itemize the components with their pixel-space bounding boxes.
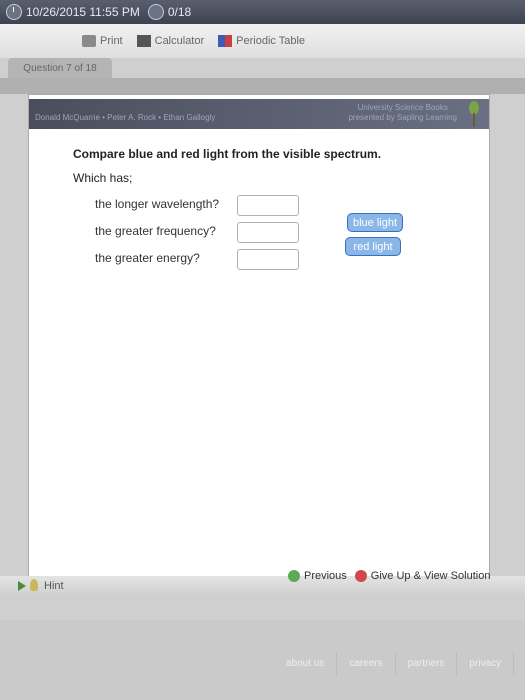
choice-blue-light[interactable]: blue light	[347, 213, 403, 232]
drop-target-energy[interactable]	[237, 249, 299, 270]
drop-target-frequency[interactable]	[237, 222, 299, 243]
question-longer-wavelength: the longer wavelength?	[95, 197, 220, 211]
datetime: 10/26/2015 11:55 PM	[26, 5, 140, 19]
hint-link[interactable]: Hint	[44, 580, 64, 592]
score-icon	[147, 4, 164, 20]
drop-target-wavelength[interactable]	[237, 195, 299, 216]
publisher-line2: presented by Sapling Learning	[348, 113, 457, 122]
lightbulb-icon	[30, 579, 38, 591]
previous-icon	[288, 570, 300, 582]
periodic-table-label: Periodic Table	[236, 35, 306, 47]
give-up-icon	[354, 570, 367, 582]
authors: Donald McQuarrie • Peter A. Rock • Ethan…	[35, 113, 216, 122]
footer-privacy[interactable]: privacy	[457, 652, 515, 675]
question-tab[interactable]: Question 7 of 18	[8, 58, 112, 78]
printer-icon	[82, 35, 96, 47]
calculator-label: Calculator	[154, 35, 205, 47]
calculator-button[interactable]: Calculator	[136, 35, 205, 47]
textbook-banner: Donald McQuarrie • Peter A. Rock • Ethan…	[29, 99, 489, 129]
calculator-icon	[136, 35, 151, 47]
question-panel: Donald McQuarrie • Peter A. Rock • Ethan…	[28, 94, 490, 596]
give-up-button[interactable]: Give Up & View Solution	[371, 570, 491, 582]
previous-button[interactable]: Previous	[304, 570, 347, 582]
periodic-table-icon	[218, 35, 233, 47]
footer-partners[interactable]: partners	[396, 652, 458, 675]
periodic-table-button[interactable]: Periodic Table	[218, 35, 305, 47]
clock-icon	[6, 4, 22, 20]
question-nav: Previous Give Up & View Solution	[288, 570, 490, 582]
score: 0/18	[167, 5, 192, 19]
print-label: Print	[100, 35, 123, 47]
footer: about us careers partners privacy	[0, 620, 525, 700]
footer-links: about us careers partners privacy	[274, 652, 515, 675]
expand-arrow-icon[interactable]	[18, 581, 26, 591]
publisher: University Science Books presented by Sa…	[348, 103, 457, 123]
choice-red-light[interactable]: red light	[345, 237, 401, 256]
question-greater-frequency: the greater frequency?	[95, 224, 216, 238]
question-prompt: Compare blue and red light from the visi…	[73, 147, 382, 161]
question-subprompt: Which has;	[73, 171, 133, 185]
tree-icon	[467, 101, 481, 127]
footer-about-us[interactable]: about us	[274, 652, 338, 675]
question-greater-energy: the greater energy?	[95, 251, 200, 265]
status-bar: 10/26/2015 11:55 PM 0/18	[0, 0, 525, 24]
publisher-line1: University Science Books	[357, 103, 448, 112]
toolbar: Print Calculator Periodic Table	[0, 24, 525, 58]
footer-careers[interactable]: careers	[337, 652, 396, 675]
question-strip	[0, 78, 525, 94]
print-button[interactable]: Print	[82, 35, 123, 47]
